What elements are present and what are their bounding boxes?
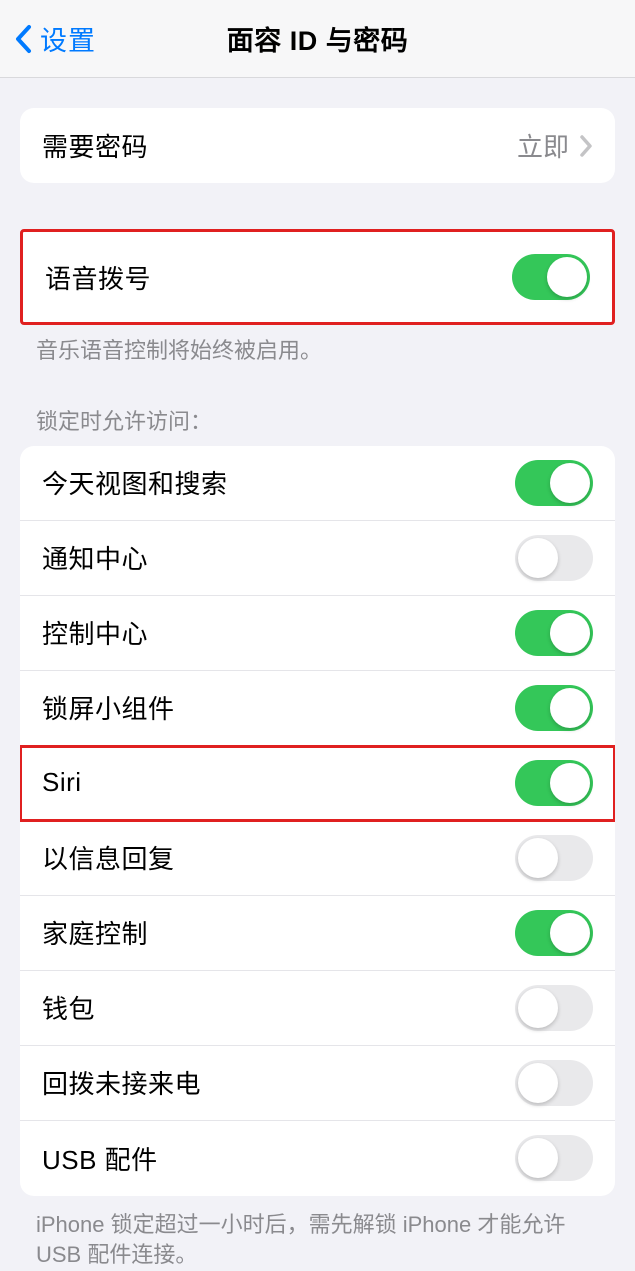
row-label: 通知中心 — [42, 539, 148, 576]
back-label: 设置 — [40, 19, 96, 58]
toggle-knob — [547, 257, 587, 297]
footer-usb: iPhone 锁定超过一小时后，需先解锁 iPhone 才能允许USB 配件连接… — [0, 1196, 635, 1271]
row-label: 控制中心 — [42, 614, 148, 651]
row-lock-access-item: 家庭控制 — [20, 896, 615, 971]
toggle-switch[interactable] — [515, 685, 593, 731]
toggle-knob — [518, 1063, 558, 1103]
content: 需要密码 立即 语音拨号 音乐语音控制将始终被启用。 锁定时允许访问： 今天视图… — [0, 108, 635, 1271]
toggle-switch[interactable] — [515, 535, 593, 581]
row-lock-access-item: 回拨未接来电 — [20, 1046, 615, 1121]
toggle-knob — [550, 688, 590, 728]
toggle-knob — [518, 1138, 558, 1178]
row-lock-access-item: 锁屏小组件 — [20, 671, 615, 746]
toggle-switch[interactable] — [515, 610, 593, 656]
toggle-knob — [550, 913, 590, 953]
toggle-switch[interactable] — [515, 760, 593, 806]
group-lock-access: 今天视图和搜索通知中心控制中心锁屏小组件 Siri 以信息回复家庭控制钱包回拨未接来… — [20, 446, 615, 1196]
row-label: Siri — [42, 767, 82, 798]
row-lock-access-item: 今天视图和搜索 — [20, 446, 615, 521]
group-voice-dial: 语音拨号 — [20, 229, 615, 325]
row-voice-dial: 语音拨号 — [23, 232, 612, 322]
chevron-right-icon — [579, 134, 593, 158]
row-lock-access-item: 钱包 — [20, 971, 615, 1046]
toggle-knob — [550, 463, 590, 503]
row-lock-access-item: 通知中心 — [20, 521, 615, 596]
toggle-knob — [518, 838, 558, 878]
row-label: 以信息回复 — [42, 839, 175, 876]
toggle-switch[interactable] — [515, 460, 593, 506]
toggle-switch[interactable] — [515, 985, 593, 1031]
toggle-switch[interactable] — [515, 1060, 593, 1106]
row-label: USB 配件 — [42, 1140, 158, 1177]
row-require-passcode[interactable]: 需要密码 立即 — [20, 108, 615, 183]
header-lock-access: 锁定时允许访问： — [0, 366, 635, 446]
toggle-switch[interactable] — [515, 1135, 593, 1181]
row-label: 家庭控制 — [42, 914, 148, 951]
toggle-knob — [518, 988, 558, 1028]
row-label: 语音拨号 — [45, 259, 151, 296]
toggle-knob — [518, 538, 558, 578]
toggle-knob — [550, 613, 590, 653]
toggle-switch[interactable] — [515, 835, 593, 881]
back-button[interactable]: 设置 — [0, 19, 96, 58]
row-label: 需要密码 — [42, 127, 148, 164]
row-label: 锁屏小组件 — [42, 689, 175, 726]
row-lock-access-item: 以信息回复 — [20, 821, 615, 896]
chevron-left-icon — [12, 22, 34, 56]
row-label: 今天视图和搜索 — [42, 464, 228, 501]
nav-bar: 设置 面容 ID 与密码 — [0, 0, 635, 78]
row-lock-access-item: 控制中心 — [20, 596, 615, 671]
row-label: 钱包 — [42, 989, 95, 1026]
toggle-switch[interactable] — [515, 910, 593, 956]
row-lock-access-item: USB 配件 — [20, 1121, 615, 1196]
row-lock-access-item: Siri — [20, 746, 615, 821]
footer-voice: 音乐语音控制将始终被启用。 — [0, 325, 635, 366]
toggle-voice-dial[interactable] — [512, 254, 590, 300]
row-value: 立即 — [517, 127, 593, 164]
row-label: 回拨未接来电 — [42, 1064, 201, 1101]
toggle-knob — [550, 763, 590, 803]
value-text: 立即 — [517, 127, 569, 164]
group-require-passcode: 需要密码 立即 — [20, 108, 615, 183]
